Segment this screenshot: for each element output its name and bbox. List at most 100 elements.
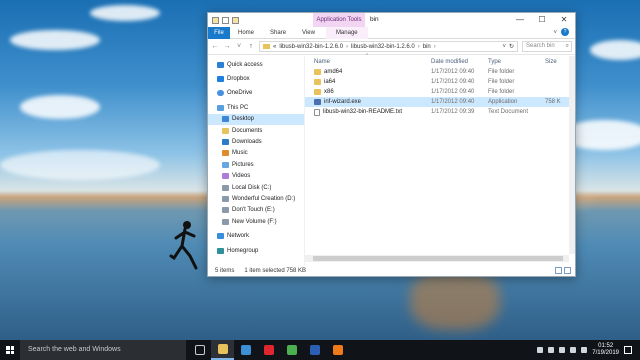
breadcrumb-libusb-outer[interactable]: libusb-win32-bin-1.2.6.0 [279,44,343,50]
refresh-icon[interactable]: ↻ [509,43,514,50]
file-type: File folder [488,79,515,85]
show-hidden-icons-icon[interactable] [537,347,544,353]
sidebar-item-this-pc[interactable]: This PC [208,102,304,113]
details-view-icon[interactable] [555,267,562,274]
table-row[interactable]: amd64 1/17/2012 09:40 File folder [305,67,575,77]
scrollbar-thumb[interactable] [313,256,563,261]
sidebar-item-quick-access[interactable]: Quick access [208,59,304,70]
file-name: libusb-win32-bin-README.txt [323,109,403,115]
file-name: ia64 [324,79,336,85]
properties-icon[interactable] [222,16,229,24]
vertical-scrollbar[interactable] [569,56,575,254]
forward-button[interactable]: → [223,43,231,50]
file-name: amd64 [324,69,343,75]
sidebar-item-documents[interactable]: Documents [208,125,304,136]
sidebar-item-label: Pictures [232,161,254,168]
horizontal-scrollbar[interactable] [305,255,569,262]
chrome-taskbar-button[interactable] [280,340,303,360]
breadcrumb-bin[interactable]: bin [423,44,431,50]
file-tab[interactable]: File [208,26,230,39]
file-explorer-icon [217,344,228,354]
disk-icon [222,218,229,225]
sidebar-item-network[interactable]: Network [208,230,304,241]
column-header-type[interactable]: Type [488,59,545,65]
file-explorer-taskbar-button[interactable] [211,340,234,360]
tab-manage[interactable]: Manage [325,26,368,39]
column-header-name[interactable]: Name [311,59,431,65]
table-row[interactable]: ia64 1/17/2012 09:40 File folder [305,77,575,87]
sidebar-item-wonderful-creation-d[interactable]: Wonderful Creation (D:) [208,193,304,204]
taskbar: Search the web and Windows 01:52 7/19/20… [0,340,640,360]
search-icon: ⌕ [565,43,569,49]
search-placeholder: Search bin [526,43,555,49]
new-folder-icon[interactable] [232,16,239,24]
up-button[interactable]: ↑ [247,43,255,50]
sidebar-item-don-t-touch-e[interactable]: Don't Touch (E:) [208,205,304,216]
dropbox-tray-icon[interactable] [548,347,555,353]
file-date: 1/17/2012 09:40 [431,79,475,85]
maximize-button[interactable]: ☐ [531,13,553,27]
title-bar[interactable]: Application Tools bin — ☐ ✕ [208,13,575,27]
taskbar-search[interactable]: Search the web and Windows [20,340,186,360]
sidebar-item-label: Desktop [232,116,255,123]
breadcrumb-libusb-inner[interactable]: libusb-win32-bin-1.2.6.0 [351,44,415,50]
sidebar-item-videos[interactable]: Videos [208,171,304,182]
ribbon-tabs: File Home Share View Manage ˅ ? [208,26,575,39]
table-row[interactable]: inf-wizard.exe 1/17/2012 09:40 Application… [305,97,575,107]
taskbar-search-text: Search the web and Windows [28,346,121,353]
sidebar-item-label: Downloads [232,139,262,146]
sidebar-item-pictures[interactable]: Pictures [208,159,304,170]
minimize-button[interactable]: — [509,13,531,27]
sidebar-item-homegroup[interactable]: Homegroup [208,245,304,256]
search-input[interactable]: Search bin ⌕ [522,41,572,52]
file-date: 1/17/2012 09:39 [431,109,475,115]
folder-icon [212,16,219,24]
store-taskbar-button[interactable] [234,340,257,360]
large-icons-view-icon[interactable] [564,267,571,274]
sidebar-item-onedrive[interactable]: OneDrive [208,88,304,99]
file-type: Application [488,99,518,105]
column-header-date[interactable]: Date modified [431,59,488,65]
sidebar-item-dropbox[interactable]: Dropbox [208,73,304,84]
sidebar-item-music[interactable]: Music [208,148,304,159]
volume-icon[interactable] [570,347,577,353]
network-tray-icon[interactable] [559,347,566,353]
task-view-taskbar-button[interactable] [188,340,211,360]
recent-locations-button[interactable]: ˅ [235,43,243,50]
text-file-icon [314,108,320,116]
sidebar-item-desktop[interactable]: Desktop [208,113,304,125]
sidebar-item-local-disk-c[interactable]: Local Disk (C:) [208,182,304,193]
address-bar[interactable]: « libusb-win32-bin-1.2.6.0 › libusb-win3… [259,41,518,52]
file-name-cell: libusb-win32-bin-README.txt [311,108,431,116]
sidebar-item-new-volume-f[interactable]: New Volume (F:) [208,216,304,227]
table-row[interactable]: x86 1/17/2012 09:40 File folder [305,87,575,97]
folder-icon [314,79,321,85]
address-dropdown-icon[interactable]: ˅ [502,44,506,50]
clock[interactable]: 01:52 7/19/2019 [592,343,619,357]
expand-ribbon-icon[interactable]: ˅ [553,27,557,39]
task-view-icon [194,345,205,355]
folder-icon [263,44,270,49]
system-tray: 01:52 7/19/2019 [537,343,640,357]
sidebar-item-label: Videos [232,173,251,180]
help-icon[interactable]: ? [561,28,569,36]
store-icon [240,345,251,355]
tab-view[interactable]: View [294,27,323,39]
close-button[interactable]: ✕ [553,13,575,27]
app-orange-taskbar-button[interactable] [326,340,349,360]
start-button[interactable] [0,340,20,360]
column-header-size[interactable]: Size [545,59,569,65]
dropbox-icon [217,76,224,83]
battery-icon[interactable] [581,347,588,353]
opera-taskbar-button[interactable] [257,340,280,360]
sidebar-item-downloads[interactable]: Downloads [208,136,304,147]
tab-share[interactable]: Share [262,27,294,39]
overflow-crumb[interactable]: « [273,44,276,50]
action-center-icon[interactable] [624,346,632,354]
tab-home[interactable]: Home [230,27,262,39]
word-taskbar-button[interactable] [303,340,326,360]
back-button[interactable]: ← [211,43,219,50]
file-type: File folder [488,89,515,95]
file-date: 1/17/2012 09:40 [431,69,475,75]
table-row[interactable]: libusb-win32-bin-README.txt 1/17/2012 09:… [305,107,575,117]
